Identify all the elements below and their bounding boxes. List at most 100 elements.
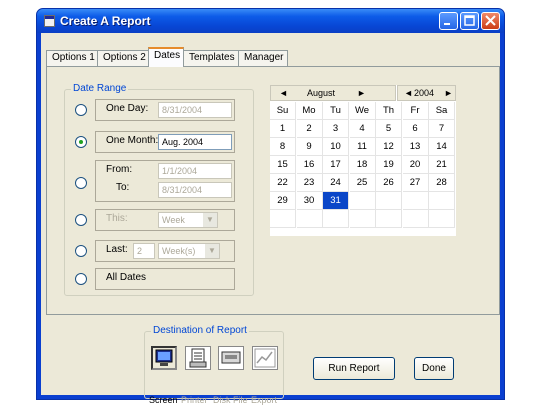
- calendar-day[interactable]: 9: [296, 138, 323, 156]
- minimize-button[interactable]: [439, 12, 458, 30]
- calendar-empty-cell: [376, 192, 402, 210]
- maximize-button[interactable]: [460, 12, 479, 30]
- close-button[interactable]: [481, 12, 500, 30]
- prev-year-button[interactable]: ◄: [404, 86, 413, 100]
- from-to-radio[interactable]: [75, 177, 87, 189]
- calendar-day[interactable]: 11: [349, 138, 376, 156]
- export-button[interactable]: [252, 346, 278, 370]
- disk-file-icon: [221, 351, 241, 364]
- destination-label-disk-file: Disk File: [213, 395, 248, 405]
- calendar-empty-cell: [349, 210, 376, 228]
- calendar-empty-cell: [402, 210, 429, 228]
- from-label: From:: [106, 164, 133, 175]
- done-button[interactable]: Done: [414, 357, 454, 380]
- calendar-day[interactable]: 2: [296, 120, 323, 138]
- one-month-radio[interactable]: [75, 136, 87, 148]
- calendar-day[interactable]: 14: [429, 138, 455, 156]
- calendar-day[interactable]: 3: [323, 120, 349, 138]
- calendar-day[interactable]: 23: [296, 174, 323, 192]
- month-calendar[interactable]: ◄ August ► ◄ 2004 ► Su Mo Tu We Th Fr Sa 1 2 3 4 5 6…: [270, 85, 456, 236]
- calendar-month-header: ◄ August ►: [270, 85, 396, 101]
- calendar-day[interactable]: 6: [402, 120, 429, 138]
- next-year-button[interactable]: ►: [444, 86, 453, 100]
- all-dates-radio[interactable]: [75, 273, 87, 285]
- calendar-day[interactable]: 20: [402, 156, 429, 174]
- calendar-year-label: 2004: [414, 88, 435, 98]
- calendar-day[interactable]: 1: [270, 120, 296, 138]
- calendar-day[interactable]: 10: [323, 138, 349, 156]
- calendar-month-label: August: [307, 88, 336, 98]
- disk-file-button[interactable]: [218, 346, 244, 370]
- calendar-day[interactable]: 25: [349, 174, 376, 192]
- this-radio[interactable]: [75, 214, 87, 226]
- calendar-day[interactable]: 12: [376, 138, 402, 156]
- to-label: To:: [116, 182, 130, 193]
- calendar-day[interactable]: 13: [402, 138, 429, 156]
- dialog-body: Options 1 Options 2 Dates Templates Mana…: [41, 33, 500, 405]
- calendar-day[interactable]: 19: [376, 156, 402, 174]
- calendar-day[interactable]: 28: [429, 174, 455, 192]
- one-day-radio[interactable]: [75, 104, 87, 116]
- calendar-day[interactable]: 31: [323, 192, 349, 210]
- title-bar[interactable]: Create A Report: [37, 9, 504, 33]
- prev-month-button[interactable]: ◄: [279, 86, 288, 100]
- next-month-button[interactable]: ►: [357, 86, 366, 100]
- printer-button[interactable]: [185, 346, 211, 370]
- last-option: Last: 2 Week(s) ▼: [95, 240, 235, 262]
- calendar-day[interactable]: 29: [270, 192, 296, 210]
- chevron-down-icon: ▼: [203, 213, 217, 227]
- create-report-window: Create A Report Options 1 Options 2 Date…: [36, 8, 505, 405]
- destination-label-export: Export: [251, 395, 278, 405]
- monitor-icon: [155, 349, 173, 366]
- calendar-day[interactable]: 21: [429, 156, 455, 174]
- one-month-label: One Month:: [106, 135, 159, 146]
- tab-dates[interactable]: Dates: [148, 47, 184, 67]
- weekday-header: Th: [376, 102, 402, 120]
- tab-options-1[interactable]: Options 1: [46, 50, 98, 66]
- export-chart-icon: [254, 348, 276, 368]
- to-date-field[interactable]: 8/31/2004: [158, 182, 232, 198]
- one-month-option: One Month: Aug. 2004: [95, 131, 235, 153]
- calendar-day[interactable]: 18: [349, 156, 376, 174]
- all-dates-label: All Dates: [106, 272, 147, 283]
- tab-manager[interactable]: Manager: [238, 50, 288, 66]
- calendar-day[interactable]: 24: [323, 174, 349, 192]
- calendar-day[interactable]: 22: [270, 174, 296, 192]
- calendar-day[interactable]: 15: [270, 156, 296, 174]
- run-report-button[interactable]: Run Report: [313, 357, 395, 380]
- calendar-day[interactable]: 5: [376, 120, 402, 138]
- calendar-day[interactable]: 27: [402, 174, 429, 192]
- weekday-header: Su: [270, 102, 296, 120]
- this-period-select[interactable]: Week ▼: [158, 212, 218, 228]
- this-option: This: Week ▼: [95, 209, 235, 231]
- calendar-day[interactable]: 4: [349, 120, 376, 138]
- last-label: Last:: [106, 244, 128, 255]
- calendar-day[interactable]: 7: [429, 120, 455, 138]
- destination-group: Destination of Report Screen Printer Dis…: [144, 325, 284, 405]
- app-icon: [44, 15, 55, 27]
- last-unit-select[interactable]: Week(s) ▼: [158, 243, 220, 259]
- last-radio[interactable]: [75, 245, 87, 257]
- last-count-field[interactable]: 2: [133, 243, 155, 259]
- weekday-header: Sa: [429, 102, 455, 120]
- weekday-header: Mo: [296, 102, 323, 120]
- tab-templates[interactable]: Templates: [183, 50, 239, 66]
- this-label: This:: [106, 213, 128, 224]
- calendar-day[interactable]: 16: [296, 156, 323, 174]
- weekday-header: Tu: [323, 102, 349, 120]
- one-day-date-field[interactable]: 8/31/2004: [158, 102, 232, 118]
- calendar-day[interactable]: 30: [296, 192, 323, 210]
- from-to-option: From: 1/1/2004 To: 8/31/2004: [95, 160, 235, 202]
- calendar-day[interactable]: 8: [270, 138, 296, 156]
- one-month-field[interactable]: Aug. 2004: [158, 134, 232, 150]
- from-date-field[interactable]: 1/1/2004: [158, 163, 232, 179]
- weekday-header: We: [349, 102, 376, 120]
- calendar-day[interactable]: 26: [376, 174, 402, 192]
- screen-button[interactable]: [151, 346, 177, 370]
- one-day-label: One Day:: [106, 103, 149, 114]
- printer-icon: [189, 348, 207, 368]
- calendar-empty-cell: [323, 210, 349, 228]
- tab-options-2[interactable]: Options 2: [97, 50, 149, 66]
- calendar-day[interactable]: 17: [323, 156, 349, 174]
- last-unit-value: Week(s): [162, 246, 196, 256]
